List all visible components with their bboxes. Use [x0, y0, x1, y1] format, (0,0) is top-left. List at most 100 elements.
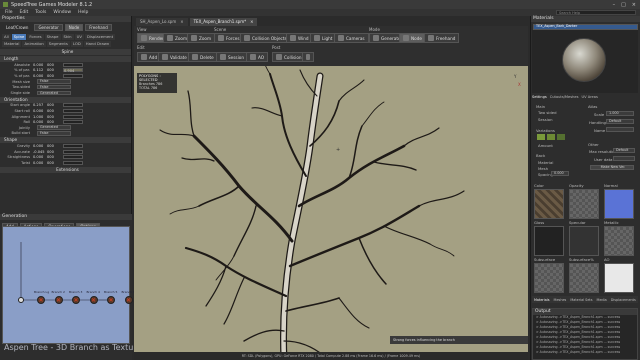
property-value[interactable]: 0.000 — [33, 161, 47, 165]
graph-node[interactable]: Branch 6 ✕ — [122, 290, 135, 304]
graph-node[interactable]: Branch 2 ✕ — [52, 290, 65, 304]
property-curve-button[interactable] — [63, 149, 83, 154]
name-field[interactable] — [606, 127, 634, 132]
tab-materials[interactable]: Materials — [534, 298, 550, 302]
collision-button[interactable]: Collision — [272, 52, 306, 62]
variation-swatch-1[interactable] — [537, 134, 545, 140]
graph-node[interactable]: Branch 5 ✕ — [104, 290, 117, 304]
property-curve-button[interactable] — [63, 120, 83, 125]
property-dropdown[interactable]: False — [37, 79, 71, 84]
section-spine[interactable]: Spine — [0, 49, 131, 55]
map-gloss-slot[interactable] — [534, 226, 564, 256]
property-curve-button[interactable] — [63, 114, 83, 119]
property-tab-animation[interactable]: Animation — [22, 41, 46, 47]
make-new-button[interactable]: Make New Ver. — [590, 165, 634, 170]
menu-help[interactable]: Help — [78, 10, 88, 15]
property-value[interactable]: 0.000 — [33, 144, 47, 148]
property-curve-button[interactable] — [63, 103, 83, 108]
property-tab-all[interactable]: All — [2, 34, 11, 40]
property-tab-displacement[interactable]: Displacement — [84, 34, 116, 40]
tab-media[interactable]: Media — [597, 298, 607, 302]
property-tab-hand-drawn[interactable]: Hand Drawn — [83, 41, 112, 47]
wind-button[interactable]: Wind — [286, 33, 313, 43]
property-value[interactable]: 1.000 — [33, 115, 47, 119]
property-extra[interactable]: 000 — [47, 161, 61, 165]
close-button[interactable]: × — [632, 2, 636, 8]
delete-button[interactable]: Delete — [188, 52, 218, 62]
menu-edit[interactable]: Edit — [20, 10, 29, 15]
property-extra[interactable]: 000 — [47, 120, 61, 124]
generation-graph[interactable]: Branch Lg ✕ Branch 2 ✕ Branch 3 ✕ Branch 4 ✕ Bra… — [2, 226, 135, 344]
doc-tab-aspen-branch[interactable]: TEX_Aspen_Branch1.spm* × — [189, 18, 258, 26]
property-tab-segments[interactable]: Segments — [46, 41, 70, 47]
property-value[interactable]: 0.000 — [33, 155, 47, 159]
close-icon[interactable]: × — [250, 18, 253, 26]
tab-displacements[interactable]: Displacements — [611, 298, 636, 302]
scale-field[interactable]: 1.000 — [606, 111, 634, 116]
property-extra[interactable]: 000 — [47, 144, 61, 148]
map-specular-slot[interactable] — [569, 226, 599, 256]
tab-material-sets[interactable]: Material Sets — [570, 298, 592, 302]
help-search-input[interactable]: Search Help — [556, 10, 636, 15]
graph-node[interactable]: Branch 3 ✕ — [69, 290, 82, 304]
zoom-button-2[interactable]: Zoom — [187, 33, 216, 43]
validate-button[interactable]: Validate — [158, 52, 191, 62]
graph-node[interactable]: Branch Lg ✕ — [34, 290, 49, 304]
more-button[interactable] — [302, 52, 314, 62]
mode-freehand-toolbar-button[interactable]: Freehand — [424, 33, 460, 43]
property-value[interactable]: 0.000 — [33, 109, 47, 113]
material-preview[interactable] — [532, 30, 638, 93]
property-extra[interactable]: 000 — [47, 63, 61, 67]
maximize-button[interactable]: □ — [621, 2, 626, 8]
property-curve-button[interactable] — [63, 155, 83, 160]
graph-node-root[interactable] — [18, 297, 24, 303]
minimize-button[interactable]: – — [613, 2, 616, 8]
property-tab-material[interactable]: Material — [2, 41, 22, 47]
session-button[interactable]: Session — [216, 52, 248, 62]
property-dropdown[interactable]: False — [37, 131, 71, 136]
cameras-button[interactable]: Cameras — [334, 33, 369, 43]
mode-generator-button[interactable]: Generator — [34, 24, 63, 31]
property-tab-lod[interactable]: LOD — [70, 41, 83, 47]
property-tab-spine[interactable]: Spine — [11, 34, 27, 40]
property-value[interactable]: 0.257 — [33, 103, 47, 107]
map-subsurface-slot[interactable] — [534, 263, 564, 293]
map-metallic-slot[interactable] — [604, 226, 634, 256]
map-color-slot[interactable] — [534, 189, 564, 219]
property-tab-uv[interactable]: UV — [74, 34, 84, 40]
menu-tools[interactable]: Tools — [35, 10, 46, 15]
property-tab-skin[interactable]: Skin — [61, 34, 74, 40]
property-extra[interactable]: 000 — [47, 68, 61, 72]
user-data-field[interactable] — [613, 156, 635, 161]
spacing-field[interactable]: 0.000 — [551, 171, 569, 176]
tab-cutouts[interactable]: Cutouts/Meshes — [550, 95, 579, 103]
section-extensions[interactable]: Extensions — [0, 166, 131, 173]
close-icon[interactable]: × — [180, 18, 183, 26]
variation-swatch-2[interactable] — [547, 134, 555, 140]
3d-viewport[interactable]: + Y X — [134, 66, 528, 360]
property-extra[interactable]: 000 — [47, 103, 61, 107]
property-tab-forces[interactable]: Forces — [27, 34, 44, 40]
menu-window[interactable]: Window — [53, 10, 71, 15]
graph-node[interactable]: Branch 4 ✕ — [87, 290, 100, 304]
property-dropdown[interactable]: False — [37, 84, 71, 90]
map-ao-slot[interactable] — [604, 263, 634, 293]
property-value[interactable]: 0.000 — [33, 63, 47, 67]
map-subsurface--slot[interactable] — [569, 263, 599, 293]
variation-swatch-3[interactable] — [557, 134, 565, 140]
map-opacity-slot[interactable] — [569, 189, 599, 219]
property-value[interactable]: 0.000 — [33, 120, 47, 124]
handling-dropdown[interactable]: Default — [606, 119, 634, 124]
property-slider[interactable]: 0.904 — [63, 68, 83, 73]
mode-freehand-button[interactable]: Freehand — [85, 24, 112, 31]
property-dropdown[interactable]: Generated — [37, 125, 71, 130]
menu-file[interactable]: File — [5, 10, 13, 15]
property-value[interactable]: 0.112 — [33, 68, 47, 72]
collision-objects-button[interactable]: Collision Objects — [240, 33, 291, 43]
property-curve-button[interactable] — [63, 73, 83, 78]
tab-meshes[interactable]: Meshes — [554, 298, 567, 302]
ao-button[interactable]: AO — [246, 52, 269, 62]
property-curve-button[interactable] — [63, 108, 83, 113]
property-extra[interactable]: 000 — [47, 150, 61, 154]
output-log[interactable]: Output > Autosaving ->TEX_Aspen_Branch1.… — [532, 308, 638, 360]
